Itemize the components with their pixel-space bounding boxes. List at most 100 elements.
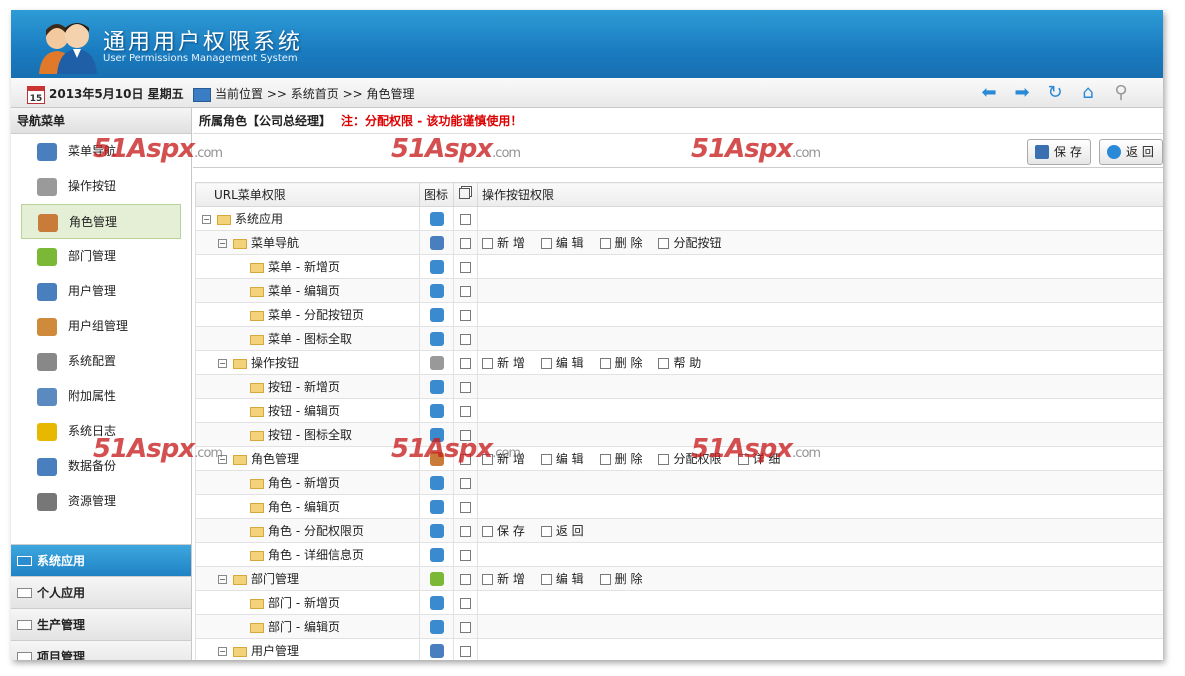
permission-table: URL菜单权限 图标 操作按钮权限 − 系统应用 − 菜单导航新 增编 辑删 除分配按…	[195, 182, 1163, 660]
icon-cell	[419, 614, 454, 639]
server-icon	[37, 493, 57, 511]
operation-option[interactable]: 删 除	[599, 234, 642, 251]
operation-option[interactable]: 返 回	[540, 522, 584, 539]
menu-checkbox[interactable]	[460, 381, 471, 393]
accordion-item[interactable]: 系统应用	[11, 544, 191, 576]
operation-checkbox[interactable]	[540, 526, 552, 537]
menu-checkbox[interactable]	[460, 213, 471, 225]
operation-option[interactable]: 编 辑	[540, 450, 584, 467]
watermark: 51Aspx.com	[691, 134, 821, 164]
menu-checkbox[interactable]	[460, 549, 471, 561]
sidebar-item[interactable]: 用户管理	[11, 274, 191, 309]
sidebar: 导航菜单 菜单导航 操作按钮 角色管理 部门管理 用户管理 用户组管理 系统配置 附加属性 系统…	[11, 108, 192, 660]
menu-checkbox[interactable]	[460, 501, 471, 513]
ops-cell	[477, 542, 1163, 567]
operation-option[interactable]: 保 存	[482, 522, 525, 539]
operation-option[interactable]: 编 辑	[540, 234, 584, 251]
menu-checkbox[interactable]	[460, 405, 471, 417]
operation-checkbox[interactable]	[599, 238, 611, 249]
operation-checkbox[interactable]	[482, 358, 493, 369]
menu-cell: − 操作按钮	[195, 350, 420, 375]
operation-option[interactable]: 删 除	[599, 354, 642, 371]
table-row: 菜单 - 分配按钮页	[195, 302, 1163, 327]
link-icon	[429, 307, 444, 322]
user-card-icon	[429, 643, 444, 658]
menu-label: 菜单 - 新增页	[268, 260, 340, 274]
operation-checkbox[interactable]	[658, 238, 670, 249]
accordion-item[interactable]: 项目管理	[11, 640, 191, 660]
menu-checkbox[interactable]	[460, 309, 471, 321]
menu-checkbox[interactable]	[460, 261, 471, 273]
back-button[interactable]: 返 回	[1099, 139, 1163, 165]
select-cell	[453, 350, 478, 375]
save-button[interactable]: 保 存	[1027, 139, 1091, 165]
sidebar-item[interactable]: 资源管理	[11, 484, 191, 519]
accordion-item[interactable]: 生产管理	[11, 608, 191, 640]
collapse-toggle-icon[interactable]: −	[218, 647, 227, 656]
menu-checkbox[interactable]	[460, 357, 471, 369]
operation-checkbox[interactable]	[482, 238, 493, 249]
accordion-label: 个人应用	[37, 586, 86, 600]
sidebar-item[interactable]: 操作按钮	[11, 169, 191, 204]
home-icon[interactable]: ⌂	[1075, 82, 1101, 104]
sidebar-item[interactable]: 系统配置	[11, 344, 191, 379]
back-arrow-icon[interactable]: ⬅	[976, 82, 1002, 104]
search-icon[interactable]: ⚲	[1108, 82, 1134, 104]
menu-checkbox[interactable]	[460, 525, 471, 537]
operation-label: 删 除	[614, 572, 643, 586]
ops-cell	[477, 398, 1163, 423]
collapse-toggle-icon[interactable]: −	[218, 575, 227, 584]
operation-checkbox[interactable]	[658, 454, 670, 465]
menu-checkbox[interactable]	[460, 285, 471, 297]
collapse-toggle-icon[interactable]: −	[202, 215, 211, 224]
operation-option[interactable]: 新 增	[482, 354, 525, 371]
menu-label: 按钮 - 新增页	[268, 380, 340, 394]
operation-checkbox[interactable]	[482, 526, 493, 537]
operation-option[interactable]: 分配按钮	[658, 234, 722, 251]
tools-icon	[37, 353, 57, 371]
save-icon	[1035, 145, 1049, 159]
accordion-item[interactable]: 个人应用	[11, 576, 191, 608]
operation-option[interactable]: 编 辑	[540, 570, 584, 587]
sidebar-item[interactable]: 附加属性	[11, 379, 191, 414]
operation-option[interactable]: 编 辑	[540, 354, 584, 371]
menu-checkbox[interactable]	[460, 573, 471, 585]
operation-checkbox[interactable]	[658, 358, 670, 369]
operation-checkbox[interactable]	[482, 574, 493, 585]
link-icon	[429, 403, 444, 418]
refresh-icon[interactable]: ↻	[1042, 82, 1068, 104]
menu-checkbox[interactable]	[460, 333, 471, 345]
operation-checkbox[interactable]	[599, 574, 611, 585]
breadcrumb-path[interactable]: >> 系统首页 >> 角色管理	[267, 87, 415, 101]
operation-checkbox[interactable]	[599, 358, 611, 369]
operation-option[interactable]: 新 增	[482, 570, 525, 587]
sidebar-item[interactable]: 部门管理	[11, 239, 191, 274]
operation-checkbox[interactable]	[599, 454, 611, 465]
operation-label: 新 增	[497, 356, 525, 370]
sidebar-item[interactable]: 角色管理	[21, 204, 181, 239]
collapse-toggle-icon[interactable]: −	[218, 239, 227, 248]
operation-option[interactable]: 新 增	[482, 234, 525, 251]
menu-checkbox[interactable]	[460, 477, 471, 489]
menu-label: 部门 - 新增页	[268, 596, 340, 610]
forward-arrow-icon[interactable]: ➡	[1009, 82, 1035, 104]
menu-checkbox[interactable]	[460, 645, 471, 657]
operation-option[interactable]: 删 除	[599, 570, 643, 587]
operation-checkbox[interactable]	[540, 238, 552, 249]
operation-checkbox[interactable]	[540, 358, 552, 369]
folder-icon	[233, 358, 247, 369]
select-cell	[453, 398, 478, 423]
operation-option[interactable]: 删 除	[599, 450, 642, 467]
select-cell	[453, 326, 478, 351]
top-toolbar: 15 2013年5月10日 星期五 当前位置 >> 系统首页 >> 角色管理 ⬅ ➡…	[11, 78, 1163, 108]
menu-checkbox[interactable]	[460, 237, 471, 249]
operation-option[interactable]: 帮 助	[658, 354, 701, 371]
table-row: 角色 - 新增页	[195, 470, 1163, 495]
sidebar-item[interactable]: 用户组管理	[11, 309, 191, 344]
menu-checkbox[interactable]	[460, 597, 471, 609]
collapse-toggle-icon[interactable]: −	[218, 359, 227, 368]
main-content: 所属角色【公司总经理】 注：分配权限 - 该功能谨慎使用！ 保 存 返 回 URL…	[93, 108, 1163, 660]
menu-checkbox[interactable]	[460, 621, 471, 633]
operation-checkbox[interactable]	[540, 454, 552, 465]
operation-checkbox[interactable]	[540, 574, 552, 585]
